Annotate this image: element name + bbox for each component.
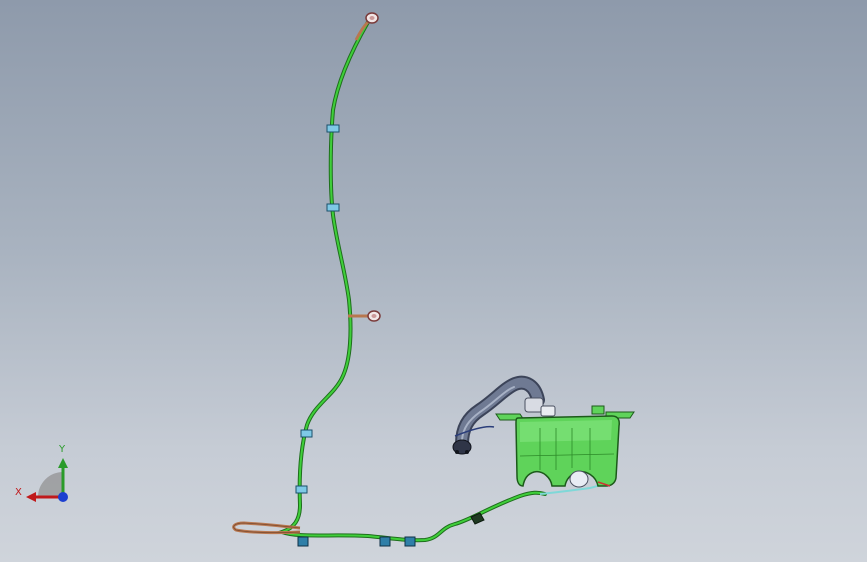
z-axis-icon [58,492,68,502]
hose-clip[interactable] [326,203,340,212]
hose-clip[interactable] [295,485,308,494]
x-axis-label: X [15,487,22,498]
tank-highlight [520,420,612,442]
hose-clip[interactable] [300,429,313,438]
coordinate-triad-icon [26,458,68,502]
coordinate-triad: X Y [12,440,82,510]
washer-hose[interactable] [279,21,546,542]
y-axis-arrowhead-icon [58,458,68,468]
triad-plane-icon [38,472,63,497]
nozzle-mid-hole [371,314,377,318]
neck-collar-ring [540,405,556,417]
neck-collar[interactable] [524,397,544,413]
filler-cap-detail [465,450,469,454]
washer-hose-outline[interactable] [276,20,547,543]
filler-cap-detail [455,450,459,454]
hose-clip[interactable] [326,124,340,133]
hose-clip[interactable] [404,536,416,547]
y-axis-label: Y [59,444,66,455]
x-axis-arrowhead-icon [26,492,36,502]
nozzle-top-hole [369,16,375,20]
hose-clip[interactable] [379,536,391,547]
washer-pump[interactable] [569,470,589,488]
tank-top-tab[interactable] [591,405,605,415]
model-scene[interactable] [0,0,867,562]
hose-clip[interactable] [297,536,309,547]
copper-nozzle-tube-top[interactable] [354,20,370,41]
cad-viewport[interactable]: X Y [0,0,867,562]
